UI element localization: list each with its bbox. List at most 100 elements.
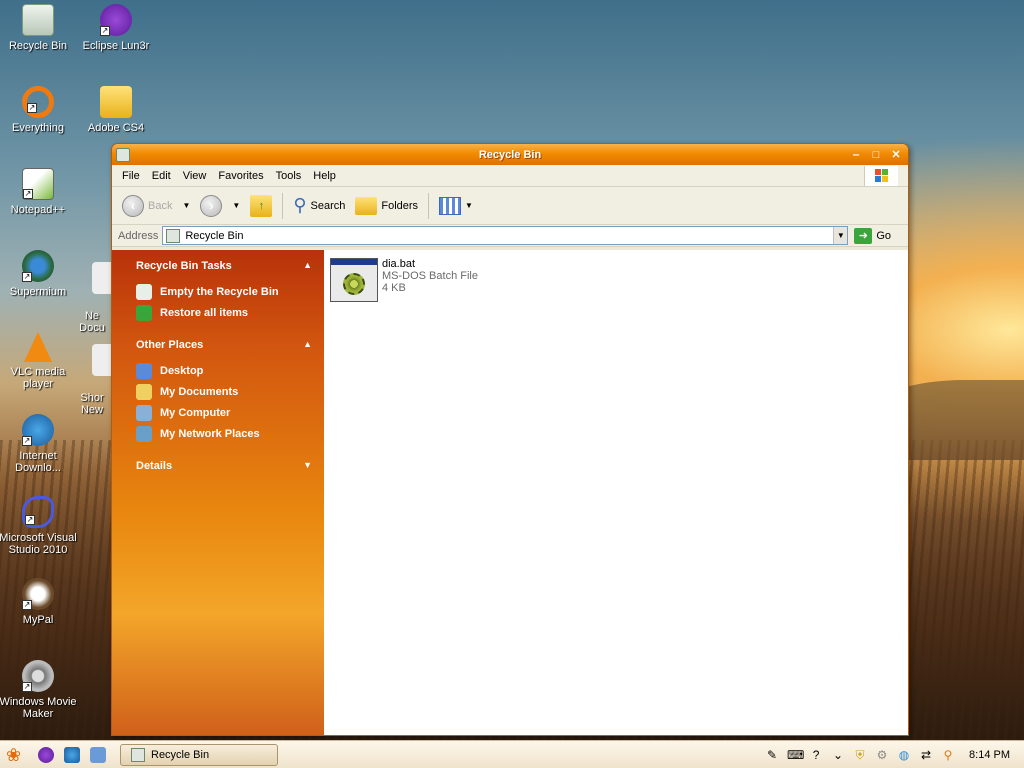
address-field[interactable]: Recycle Bin ▼ (162, 226, 849, 245)
recycle-bin-icon (22, 4, 54, 36)
recycle-bin-icon (131, 747, 145, 762)
quicklaunch-show-desktop-icon[interactable] (90, 746, 106, 763)
desktop-icon-label: Windows Movie Maker (0, 696, 77, 720)
clock[interactable]: 8:14 PM (969, 749, 1010, 761)
views-button[interactable]: ▼ (435, 195, 477, 217)
back-label: Back (148, 199, 173, 212)
up-folder-button[interactable]: ↑ (246, 193, 276, 219)
shortcut-arrow-icon: ↗ (23, 189, 33, 199)
desktop-icon-label: Supermium (9, 286, 67, 298)
shortcut-icon (92, 344, 112, 376)
desktop-icon-adobe-cs4[interactable]: Adobe CS4 (76, 86, 156, 134)
menu-bar: File Edit View Favorites Tools Help (112, 165, 908, 187)
content-area: Recycle Bin Tasks ▲ Empty the Recycle Bi… (112, 250, 908, 735)
file-list-pane[interactable]: dia.bat MS-DOS Batch File 4 KB (324, 250, 908, 735)
menu-help[interactable]: Help (307, 170, 342, 182)
desktop-icon-label: Ne Docu (79, 310, 105, 334)
chevron-down-icon: ▼ (465, 201, 473, 210)
internet-download-manager-icon: ↗ (22, 414, 54, 446)
search-label: Search (310, 199, 346, 212)
globe-icon[interactable]: ◍ (897, 748, 911, 762)
desktop-icon-eclipse[interactable]: ↗ Eclipse Lun3r (76, 4, 156, 52)
search-icon[interactable]: ⚲ (941, 748, 955, 762)
folders-icon (355, 196, 378, 215)
recycle-bin-icon (136, 284, 152, 300)
desktop-icon-supermium[interactable]: ↗ Supermium (0, 250, 78, 298)
document-icon (92, 262, 112, 294)
task-restore-all-items[interactable]: Restore all items (136, 305, 312, 321)
desktop-icon-vlc[interactable]: VLC media player (0, 332, 78, 390)
back-button[interactable]: ‹ Back (118, 193, 176, 219)
address-dropdown[interactable]: ▼ (833, 227, 848, 244)
place-my-network-places[interactable]: My Network Places (136, 426, 312, 442)
chevron-down-icon: ▼ (303, 460, 312, 470)
maximize-button[interactable]: □ (868, 148, 884, 162)
menu-favorites[interactable]: Favorites (212, 170, 269, 182)
chevron-up-icon: ▲ (303, 260, 312, 270)
desktop-icon-everything[interactable]: ↗ Everything (0, 86, 78, 134)
task-label: Empty the Recycle Bin (160, 286, 279, 298)
system-tray: ✎ ⌨ ? ⌄ ⛨ ⚙ ◍ ⇄ ⚲ 8:14 PM (765, 748, 1024, 762)
forward-button[interactable]: › (196, 193, 226, 219)
recycle-bin-tasks-header[interactable]: Recycle Bin Tasks ▲ (136, 260, 312, 272)
gear-icon[interactable]: ⚙ (875, 748, 889, 762)
desktop-icon-mypal[interactable]: ↗ MyPal (0, 578, 78, 626)
start-button[interactable]: ❀ (6, 744, 28, 766)
forward-dropdown[interactable]: ▼ (228, 201, 244, 210)
desktop-icon-visual-studio[interactable]: ↗ Microsoft Visual Studio 2010 (0, 496, 78, 556)
chevron-down-icon[interactable]: ⌄ (831, 748, 845, 762)
desktop-icon-notepadpp[interactable]: ↗ Notepad++ (0, 168, 78, 216)
desktop-icon-label: VLC media player (10, 366, 66, 390)
file-size: 4 KB (382, 282, 406, 294)
details-title: Details (136, 460, 173, 472)
keyboard-icon[interactable]: ⌨ (787, 748, 804, 762)
details-header[interactable]: Details ▼ (136, 460, 312, 472)
file-item[interactable]: dia.bat MS-DOS Batch File 4 KB (330, 258, 478, 302)
go-button[interactable]: ➜ Go (854, 227, 892, 244)
pen-icon[interactable]: ✎ (765, 748, 779, 762)
desktop-icon-idm[interactable]: ↗ Internet Downlo... (0, 414, 78, 474)
menu-file[interactable]: File (116, 170, 146, 182)
place-label: Desktop (160, 365, 204, 377)
back-dropdown[interactable]: ▼ (178, 201, 194, 210)
quicklaunch-ie-icon[interactable] (64, 746, 80, 763)
shortcut-arrow-icon: ↗ (22, 682, 32, 692)
place-my-computer[interactable]: My Computer (136, 405, 312, 421)
batch-file-icon (330, 258, 378, 302)
network-icon[interactable]: ⇄ (919, 748, 933, 762)
search-button[interactable]: ⚲ Search (289, 193, 349, 218)
details-section: Details ▼ (136, 460, 312, 472)
taskbar-button-recycle-bin[interactable]: Recycle Bin (120, 743, 278, 766)
folders-button[interactable]: Folders (351, 195, 422, 217)
shortcut-arrow-icon: ↗ (22, 272, 32, 282)
help-icon[interactable]: ? (809, 748, 823, 762)
other-places-header[interactable]: Other Places ▲ (136, 339, 312, 351)
chevron-up-icon: ▲ (303, 339, 312, 349)
shortcut-arrow-icon: ↗ (27, 103, 37, 113)
supermium-icon: ↗ (22, 250, 54, 282)
shortcut-arrow-icon: ↗ (100, 26, 110, 36)
address-label: Address (118, 229, 159, 242)
desktop-icon-shortcut-new[interactable]: Shor New (72, 332, 112, 428)
title-bar[interactable]: Recycle Bin ‒ □ ✕ (112, 144, 908, 165)
desktop-icon-label: Everything (12, 122, 64, 134)
place-my-documents[interactable]: My Documents (136, 384, 312, 400)
desktop-icon-movie-maker[interactable]: ↗ Windows Movie Maker (0, 660, 78, 720)
go-label: Go (876, 229, 892, 242)
eclipse-icon: ↗ (100, 4, 132, 36)
quicklaunch-eclipse-icon[interactable] (38, 746, 54, 763)
task-empty-recycle-bin[interactable]: Empty the Recycle Bin (136, 284, 312, 300)
mypal-icon: ↗ (22, 578, 54, 610)
menu-edit[interactable]: Edit (146, 170, 177, 182)
documents-folder-icon (136, 384, 152, 400)
vlc-cone-icon (24, 332, 52, 362)
desktop-icon-recycle-bin[interactable]: Recycle Bin (0, 4, 78, 52)
menu-tools[interactable]: Tools (270, 170, 308, 182)
toolbar-separator (428, 192, 430, 219)
menu-view[interactable]: View (177, 170, 213, 182)
shield-icon[interactable]: ⛨ (853, 748, 867, 762)
recycle-bin-tasks-title: Recycle Bin Tasks (136, 260, 232, 272)
minimize-button[interactable]: ‒ (848, 148, 864, 162)
place-desktop[interactable]: Desktop (136, 363, 312, 379)
close-button[interactable]: ✕ (888, 148, 904, 162)
